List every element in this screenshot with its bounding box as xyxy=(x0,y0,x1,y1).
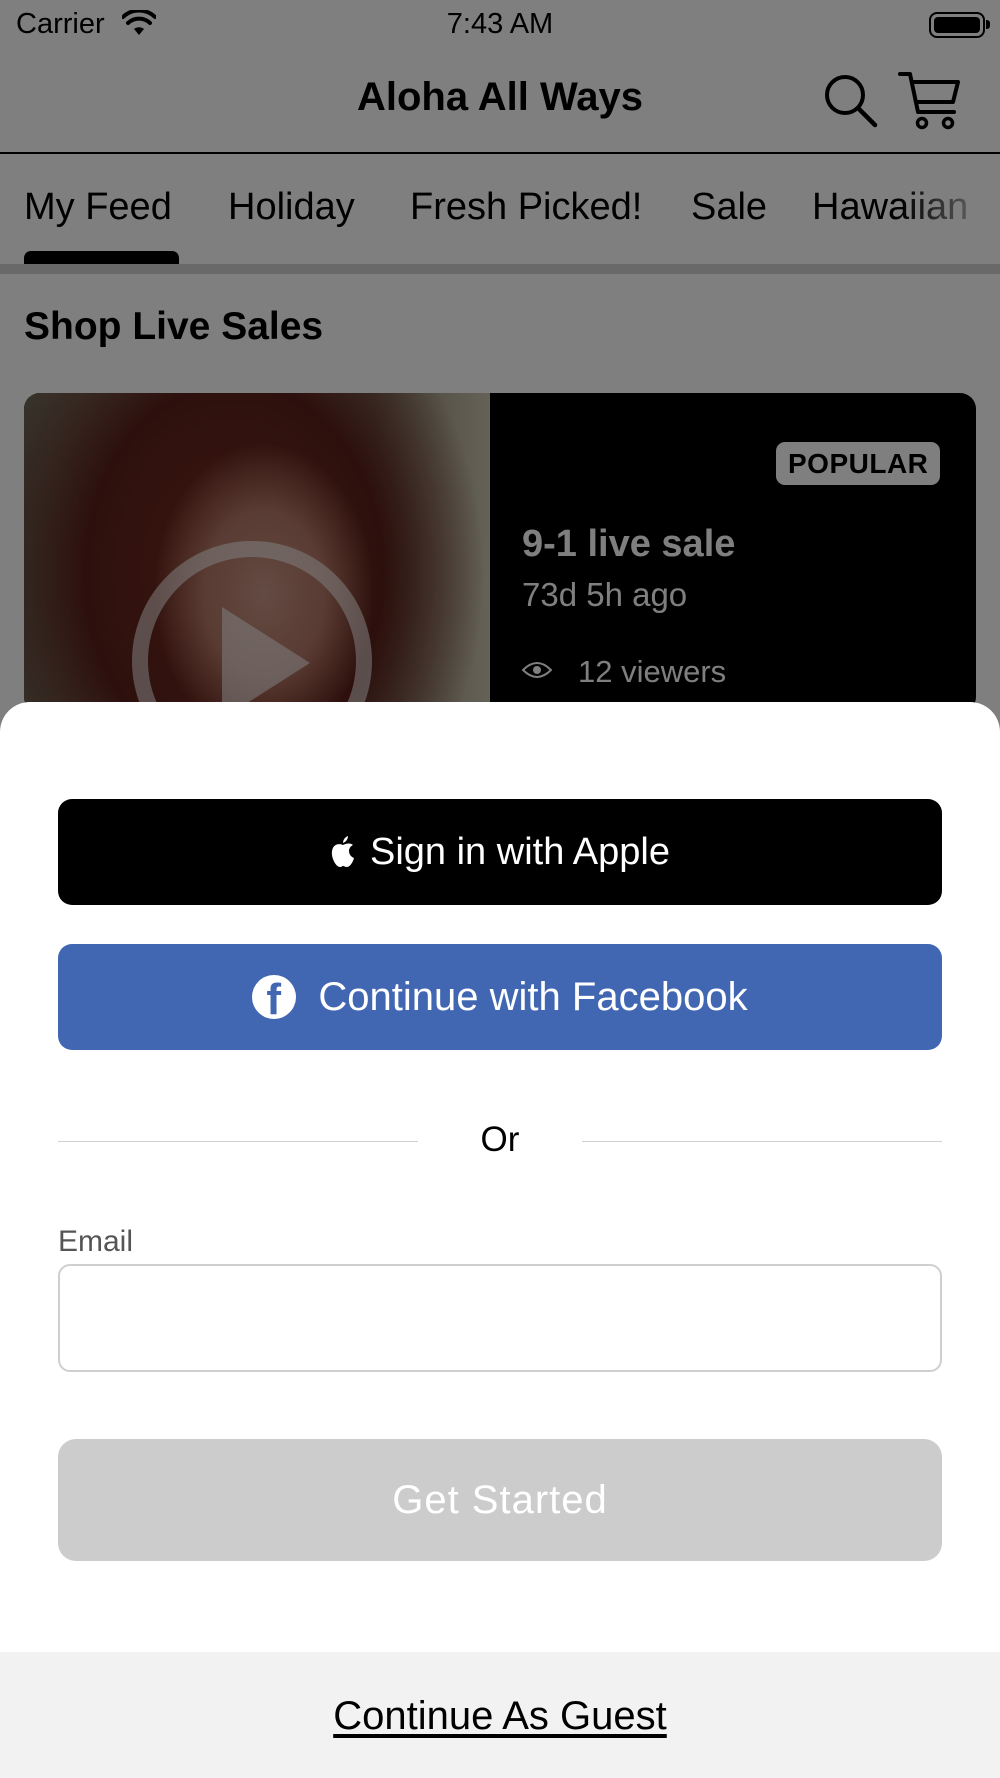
sign-in-sheet: Sign in with Apple f Continue with Faceb… xyxy=(0,702,1000,1778)
email-label: Email xyxy=(58,1225,134,1258)
apple-icon xyxy=(331,836,354,867)
or-label: Or xyxy=(480,1120,520,1159)
sign-in-with-apple-button[interactable]: Sign in with Apple xyxy=(58,799,942,905)
email-field[interactable] xyxy=(58,1264,942,1372)
continue-with-facebook-button[interactable]: f Continue with Facebook xyxy=(58,944,942,1050)
get-started-button[interactable]: Get Started xyxy=(58,1439,942,1561)
facebook-button-label: Continue with Facebook xyxy=(318,974,748,1019)
facebook-icon: f xyxy=(252,975,297,1019)
guest-bar: Continue As Guest xyxy=(0,1652,1000,1778)
apple-button-label: Sign in with Apple xyxy=(370,830,670,873)
or-divider-right xyxy=(582,1141,942,1142)
continue-as-guest-link[interactable]: Continue As Guest xyxy=(0,1694,1000,1739)
